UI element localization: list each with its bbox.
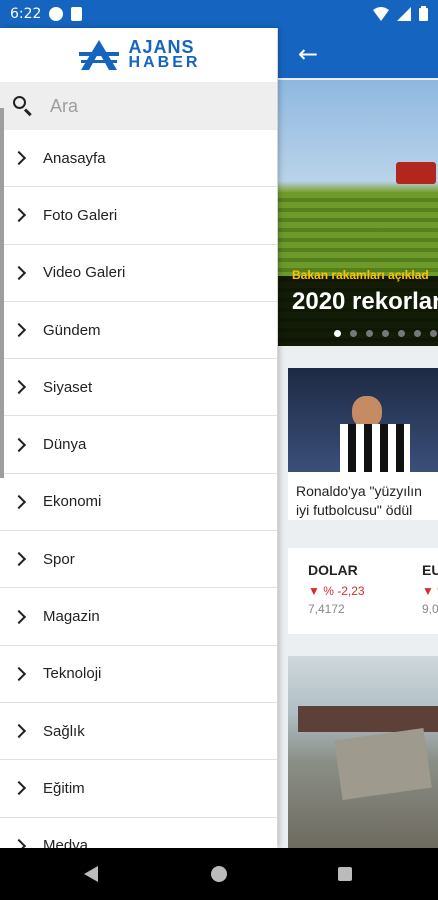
currency-value: 9,0 — [422, 602, 438, 616]
slider-dot[interactable] — [350, 330, 357, 337]
menu-item-anasayfa[interactable]: Anasayfa — [0, 130, 277, 188]
logo-text: AJANS HABER — [128, 37, 201, 71]
wifi-icon — [373, 6, 389, 21]
search-bar[interactable] — [0, 82, 277, 130]
app-bar: ← — [278, 28, 438, 78]
slider-dot[interactable] — [382, 330, 389, 337]
ajans-haber-logo-icon — [78, 40, 119, 70]
menu-item-saglik[interactable]: Sağlık — [0, 703, 277, 761]
search-icon[interactable] — [12, 95, 34, 117]
nav-recents-icon[interactable] — [338, 867, 352, 881]
currency-dolar: DOLAR ▼ % -2,23 7,4172 — [308, 562, 365, 616]
chevron-right-icon — [11, 552, 27, 567]
drawer-logo: AJANS HABER — [0, 28, 277, 82]
chevron-right-icon — [11, 151, 27, 166]
currency-card[interactable]: DOLAR ▼ % -2,23 7,4172 EU ▼ % 9,0 — [288, 548, 438, 634]
chevron-right-icon — [11, 380, 27, 395]
menu-item-label: Foto Galeri — [43, 206, 118, 224]
currency-name: DOLAR — [308, 562, 358, 578]
news-card[interactable]: Ronaldo'ya "yüzyılın iyi futbolcusu" ödü… — [288, 368, 438, 520]
debris-image — [334, 728, 432, 800]
news-card-image[interactable] — [288, 656, 438, 848]
menu-item-magazin[interactable]: Magazin — [0, 588, 277, 646]
menu-item-label: Anasayfa — [43, 149, 106, 167]
menu-item-label: Teknoloji — [43, 665, 102, 683]
currency-name: EU — [422, 562, 438, 578]
news-title-line: iyi futbolcusu" ödül — [296, 502, 413, 518]
chevron-right-icon — [11, 208, 27, 223]
menu-item-label: Gündem — [43, 321, 101, 339]
menu-item-label: Medya — [43, 837, 89, 848]
drawer-scrollbar[interactable] — [0, 108, 4, 478]
chevron-right-icon — [11, 609, 27, 624]
menu-item-label: Eğitim — [43, 779, 85, 797]
chevron-right-icon — [11, 666, 27, 681]
chevron-right-icon — [11, 838, 27, 848]
chevron-right-icon — [11, 437, 27, 452]
hero-tractor — [396, 162, 436, 184]
menu-item-label: Magazin — [43, 608, 100, 626]
menu-item-foto-galeri[interactable]: Foto Galeri — [0, 187, 277, 245]
status-time: 6:22 — [10, 6, 42, 22]
notification-icon — [49, 7, 64, 21]
hero-headline[interactable]: 2020 rekorlar — [292, 288, 438, 316]
logo-line2: HABER — [128, 54, 201, 71]
menu-item-label: Ekonomi — [43, 493, 102, 511]
back-arrow-icon[interactable]: ← — [298, 40, 318, 68]
logo-line1: AJANS — [128, 37, 195, 57]
menu-item-video-galeri[interactable]: Video Galeri — [0, 245, 277, 302]
menu-item-label: Spor — [43, 550, 75, 568]
menu-item-label: Sağlık — [43, 722, 85, 740]
nav-back-icon[interactable] — [84, 866, 98, 882]
menu-item-spor[interactable]: Spor — [0, 531, 277, 589]
player-jersey — [340, 424, 410, 472]
news-image — [288, 368, 438, 472]
chevron-right-icon — [11, 724, 27, 739]
menu-item-medya[interactable]: Medya — [0, 818, 277, 848]
currency-change: ▼ % -2,23 — [308, 584, 365, 598]
slider-dot[interactable] — [414, 330, 421, 337]
menu-item-teknoloji[interactable]: Teknoloji — [0, 646, 277, 703]
chevron-right-icon — [11, 494, 27, 509]
menu-item-siyaset[interactable]: Siyaset — [0, 359, 277, 417]
currency-change: ▼ % — [422, 584, 438, 598]
hero-kicker: Bakan rakamları açıklad — [292, 268, 429, 282]
currency-value: 7,4172 — [308, 602, 345, 616]
signal-icon — [397, 6, 411, 21]
chevron-right-icon — [11, 322, 27, 338]
menu-item-egitim[interactable]: Eğitim — [0, 760, 277, 818]
menu-item-label: Dünya — [43, 436, 87, 454]
slider-dot[interactable] — [334, 330, 341, 337]
menu-item-dunya[interactable]: Dünya — [0, 416, 277, 474]
slider-dot[interactable] — [366, 330, 373, 337]
slider-dot[interactable] — [430, 330, 437, 337]
menu-item-label: Siyaset — [43, 378, 93, 396]
search-input[interactable] — [50, 95, 250, 117]
status-icons — [373, 6, 428, 21]
nav-home-icon[interactable] — [211, 866, 227, 882]
menu-item-gundem[interactable]: Gündem — [0, 302, 277, 360]
battery-icon — [419, 6, 428, 21]
chevron-right-icon — [11, 265, 27, 280]
menu-item-label: Video Galeri — [43, 264, 126, 282]
sd-card-icon — [71, 7, 83, 21]
status-bar: 6:22 — [0, 0, 438, 28]
slider-dot[interactable] — [398, 330, 405, 337]
menu-item-ekonomi[interactable]: Ekonomi — [0, 474, 277, 532]
drawer-menu: Anasayfa Foto Galeri Video Galeri Gündem… — [0, 130, 277, 848]
navigation-drawer[interactable]: AJANS HABER Anasayfa Foto Galeri Video G… — [0, 28, 277, 848]
chevron-right-icon — [11, 781, 27, 796]
currency-euro: EU ▼ % 9,0 — [422, 562, 438, 616]
news-title: Ronaldo'ya "yüzyılın iyi futbolcusu" ödü… — [288, 472, 438, 520]
headline-slider[interactable]: Bakan rakamları açıklad 2020 rekorlar — [278, 80, 438, 346]
system-nav-bar — [0, 848, 438, 900]
news-title-line: Ronaldo'ya "yüzyılın — [296, 483, 422, 499]
slider-dots — [334, 330, 437, 337]
